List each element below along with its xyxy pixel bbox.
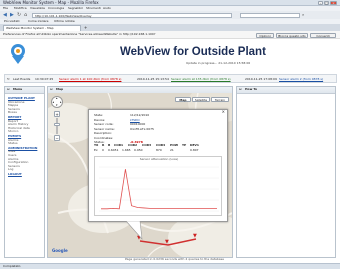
reload-icon[interactable]: ↻ xyxy=(17,12,21,18)
last-events-bar: ↻ Last Events 10:30:07:25 Sensor alarm 1… xyxy=(4,74,337,83)
page-footer: Page generated in 0.0236 seconds with 4 … xyxy=(125,257,225,261)
table-cell: 21 xyxy=(170,147,174,152)
event-time-3: 2010-11-25 17:08:09 xyxy=(245,76,277,81)
google-attribution: Google xyxy=(52,248,68,253)
table-cell: 0.950 xyxy=(134,147,143,152)
marker-icon[interactable]: ▼ xyxy=(193,233,197,239)
home-icon[interactable]: ⌂ xyxy=(24,12,27,18)
minimize-icon[interactable]: – xyxy=(318,1,323,5)
table-cell: 0.6451 xyxy=(108,147,119,152)
menu-panel-title: Menu xyxy=(13,87,23,91)
search-icon[interactable]: ⌕ xyxy=(302,12,304,18)
close-icon[interactable]: × xyxy=(330,1,337,5)
menu-panel-header: ⊟ Menu xyxy=(5,87,44,94)
chart-title: Sensor attenuation (Loss) xyxy=(139,157,179,161)
logo-icon xyxy=(11,44,25,64)
allow-button[interactable]: Consenti xyxy=(310,32,336,38)
collapse-icon[interactable]: ⊟ xyxy=(7,87,10,92)
table-cell: 0 xyxy=(102,147,104,152)
marker-icon[interactable]: ▼ xyxy=(165,239,169,245)
popup-pointer xyxy=(126,221,143,240)
options-button[interactable]: Opzioni xyxy=(256,32,274,38)
tab-strip: WebView Monitor System - Map + xyxy=(0,24,340,31)
notification-bar: Preferences of Firefox all'utilizzo sper… xyxy=(0,31,340,39)
how-to-header: ⊟ How To xyxy=(237,87,335,94)
collapse-icon[interactable]: ⊟ xyxy=(239,87,242,92)
event-time-1: 10:30:07:25 xyxy=(35,76,54,81)
event-time-2: 2010-11-25 15:13:54 xyxy=(137,76,169,81)
map-panel-title: Map xyxy=(56,87,64,91)
menu-panel: ⊟ Menu OUTSIDE PLANT Ubicazione Mappa Se… xyxy=(4,86,45,258)
browser-status-text: Completato xyxy=(3,264,21,268)
forward-icon[interactable]: ▶ xyxy=(10,12,14,18)
url-input[interactable]: http://10.101.1.100/WebView/Overlay xyxy=(32,12,232,18)
maximize-icon[interactable]: □ xyxy=(324,1,329,5)
table-cell: 0.807 xyxy=(190,147,199,152)
collapse-icon[interactable]: ⊟ xyxy=(50,87,53,92)
close-popup-icon[interactable]: × xyxy=(222,109,225,115)
table-cell: 1.665 xyxy=(122,147,131,152)
field-value: Oxxflt.aTx.0075 xyxy=(130,126,154,131)
menu-list: OUTSIDE PLANT Ubicazione Mappa Sensors B… xyxy=(8,96,44,177)
new-tab-icon[interactable]: + xyxy=(84,25,87,31)
how-to-title: How To xyxy=(245,87,258,91)
sensor-info-popup: × State: 112/12/2010 Device: LTSDO Senso… xyxy=(88,109,228,222)
map-type-terrain-button[interactable]: Terrain xyxy=(211,97,229,102)
map-type-satellite-button[interactable]: Satellite xyxy=(192,97,210,102)
last-events-label: Last Events xyxy=(13,76,31,81)
chart-plot xyxy=(99,166,219,212)
back-icon[interactable]: ◀ xyxy=(3,12,7,18)
sensor-chart: Sensor attenuation (Loss) xyxy=(94,156,222,216)
search-input[interactable] xyxy=(240,12,300,18)
event-link-3[interactable]: Sensor alarm 2 (from 0878 s) xyxy=(279,77,323,82)
refresh-icon[interactable]: ↻ xyxy=(7,77,10,82)
page-title: WebView for Outside Plant xyxy=(120,46,266,58)
table-cell: 870 xyxy=(156,147,162,152)
event-link-2[interactable]: Sensor alarm at 135 dbm (from 0878 s) xyxy=(171,77,231,82)
browser-statusbar: Completato xyxy=(0,263,340,269)
how-to-panel: ⊟ How To xyxy=(236,86,336,258)
navigation-toolbar: ◀ ▶ ↻ ⌂ http://10.101.1.100/WebView/Over… xyxy=(0,11,340,19)
menu-heading-logout[interactable]: LOGOUT xyxy=(8,172,44,177)
table-cell: Ex xyxy=(94,147,98,152)
window-title: WebView Monitor System - Map - Mozilla F… xyxy=(3,0,99,5)
map-type-map-button[interactable]: Map xyxy=(175,97,191,102)
notification-text: Preferences of Firefox all'utilizzo sper… xyxy=(3,33,156,36)
block-site-button[interactable]: Blocca questo sito xyxy=(276,32,308,38)
table-header: COR3 xyxy=(142,143,152,147)
event-link-1[interactable]: Sensor alarm 1 at 100 dbm (from 0878 s) xyxy=(59,77,121,82)
table-header: TP xyxy=(182,143,187,147)
page-subtitle: Update in progress... 21-12-2010 15:58:0… xyxy=(186,61,251,65)
